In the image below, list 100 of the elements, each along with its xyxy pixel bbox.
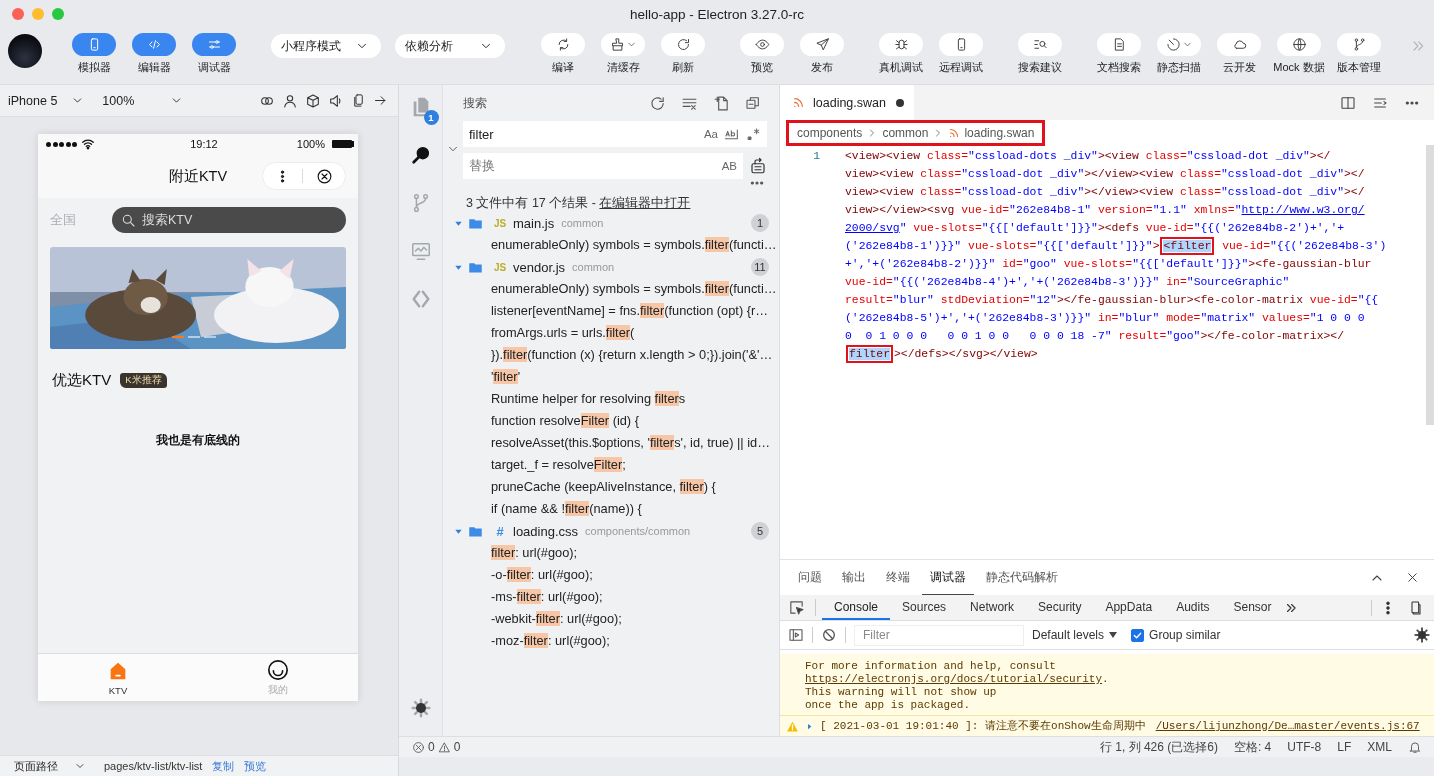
problems-status[interactable]: 0 0: [412, 740, 461, 754]
person-icon[interactable]: [282, 92, 298, 109]
expand-icon[interactable]: [805, 721, 814, 731]
view-toggle-button[interactable]: [132, 33, 176, 56]
page-path-select[interactable]: 页面路径: [14, 758, 86, 774]
device-select[interactable]: iPhone 5: [8, 93, 85, 108]
match-case-toggle[interactable]: Aa: [703, 128, 718, 140]
close-icon[interactable]: [1405, 570, 1420, 585]
encoding[interactable]: UTF-8: [1287, 740, 1322, 754]
sidebar-icon[interactable]: [788, 627, 804, 643]
collapse-all-icon[interactable]: [745, 94, 761, 111]
devtools-tab[interactable]: Console: [822, 595, 891, 620]
search-result-line[interactable]: listener[eventName] = fns.filter(function (opt) {r…: [443, 300, 779, 322]
search-result-line[interactable]: enumerableOnly) symbols = symbols.filter(functi…: [443, 278, 779, 300]
copy-icon[interactable]: [351, 92, 366, 108]
line-ending[interactable]: LF: [1337, 740, 1352, 754]
panel-tab[interactable]: 输出: [834, 560, 874, 595]
search-result-line[interactable]: -webkit-filter: url(#goo);: [443, 608, 779, 630]
panel-tab[interactable]: 终端: [878, 560, 918, 595]
search-result-line[interactable]: }).filter(function (x) {return x.length > 0;}).join('&'…: [443, 344, 779, 366]
panel-tab[interactable]: 问题: [790, 560, 830, 595]
view-toggle-button[interactable]: [192, 33, 236, 56]
whole-word-icon[interactable]: [724, 126, 740, 142]
search-result-line[interactable]: 'filter': [443, 366, 779, 388]
search-field[interactable]: 搜索KTV: [112, 207, 346, 233]
breadcrumb-item[interactable]: loading.swan: [964, 125, 1035, 140]
new-file-icon[interactable]: [713, 94, 730, 112]
devtools-tab[interactable]: Security: [1026, 595, 1094, 620]
devtools-tab[interactable]: Network: [958, 595, 1027, 620]
split-editor-icon[interactable]: [1340, 94, 1356, 111]
toolbar-button[interactable]: [1337, 33, 1381, 56]
inspect-icon[interactable]: [788, 599, 805, 616]
devtools-tab[interactable]: Sources: [890, 595, 959, 620]
capsule-menu[interactable]: [262, 162, 346, 190]
toolbar-button[interactable]: [879, 33, 923, 56]
panel-tab[interactable]: 调试器: [922, 560, 974, 595]
search-result-line[interactable]: target._f = resolveFilter;: [443, 454, 779, 476]
filter-field[interactable]: Filter: [854, 624, 1024, 646]
language-mode[interactable]: XML: [1367, 740, 1392, 754]
devtools-tab[interactable]: AppData: [1093, 595, 1165, 620]
toolbar-button[interactable]: [601, 33, 645, 56]
replace-all-icon[interactable]: [749, 157, 767, 175]
clear-console-icon[interactable]: [821, 627, 837, 643]
search-result-line[interactable]: if (name && !filter(name)) {: [443, 498, 779, 520]
result-file-row[interactable]: JS vendor.js common 11: [443, 256, 779, 278]
device-icon[interactable]: [1408, 599, 1424, 616]
toolbar-button[interactable]: [661, 33, 705, 56]
devtools-tab[interactable]: Audits: [1164, 595, 1222, 620]
checkbox[interactable]: [1131, 628, 1145, 642]
preserve-case-toggle[interactable]: AB: [721, 160, 737, 172]
toolbar-button[interactable]: [1097, 33, 1141, 56]
toolbar-button[interactable]: [1277, 33, 1321, 56]
toolbar-button[interactable]: [1018, 33, 1062, 56]
search-result-line[interactable]: enumerableOnly) symbols = symbols.filter(functi…: [443, 234, 779, 256]
search-result-line[interactable]: pruneCache (keepAliveInstance, filter) {: [443, 476, 779, 498]
search-result-line[interactable]: resolveAsset(this.$options, 'filters', id, true) || id…: [443, 432, 779, 454]
zoom-select[interactable]: 100%: [102, 93, 184, 108]
regex-icon[interactable]: [746, 126, 761, 142]
search-result-line[interactable]: -moz-filter: url(#goo);: [443, 630, 779, 652]
toolbar-button[interactable]: [740, 33, 784, 56]
console-link[interactable]: https://electronjs.org/docs/tutorial/security: [805, 673, 1103, 685]
mode-dropdown[interactable]: 依赖分析: [395, 34, 505, 58]
tab-bar-item[interactable]: KTV: [38, 654, 198, 701]
search-result-line[interactable]: fromArgs.urls = urls.filter(: [443, 322, 779, 344]
cursor-position[interactable]: 行 1, 列 426 (已选择6): [1099, 738, 1218, 756]
close-icon[interactable]: [315, 167, 333, 185]
devtools-tab[interactable]: Sensor: [1221, 595, 1284, 620]
replace-field[interactable]: 替换 AB: [463, 153, 743, 179]
editor-tab[interactable]: loading.swan: [780, 85, 914, 120]
result-file-row[interactable]: JS main.js common 1: [443, 212, 779, 234]
view-toggle-button[interactable]: [72, 33, 116, 56]
breadcrumb-item[interactable]: common: [882, 125, 929, 140]
toolbar-button[interactable]: [1157, 33, 1201, 56]
mode-dropdown[interactable]: 小程序模式: [271, 34, 381, 58]
toolbar-button[interactable]: [541, 33, 585, 56]
activity-bar-item[interactable]: 1: [409, 96, 439, 125]
refresh-icon[interactable]: [649, 94, 666, 112]
notifications-icon[interactable]: [1408, 740, 1422, 754]
search-result-line[interactable]: filter: url(#goo);: [443, 542, 779, 564]
cube-icon[interactable]: [305, 92, 321, 109]
close-window-button[interactable]: [12, 8, 24, 20]
toolbar-button[interactable]: [800, 33, 844, 56]
scrollbar[interactable]: [1426, 145, 1434, 425]
source-link[interactable]: /Users/lijunzhong/De…master/events.js:67: [1155, 720, 1420, 732]
search-field[interactable]: filter Aa: [463, 121, 767, 147]
result-file-row[interactable]: # loading.css components/common 5: [443, 520, 779, 542]
search-result-line[interactable]: Runtime helper for resolving filters: [443, 388, 779, 410]
code-link[interactable]: 2000/svg: [845, 222, 900, 234]
open-in-editor-link[interactable]: 在编辑器中打开: [599, 196, 691, 210]
search-result-line[interactable]: -o-filter: url(#goo);: [443, 564, 779, 586]
levels-dropdown[interactable]: Default levels: [1032, 628, 1118, 642]
code-link[interactable]: http://www.w3.org/: [1241, 204, 1365, 216]
page-path-action[interactable]: 预览: [244, 758, 267, 774]
panel-tab[interactable]: 静态代码解析: [978, 560, 1066, 595]
breadcrumb-item[interactable]: components: [797, 125, 863, 140]
avatar[interactable]: [8, 34, 42, 68]
search-result-line[interactable]: function resolveFilter (id) {: [443, 410, 779, 432]
page-path-action[interactable]: 复制: [212, 758, 235, 774]
indent-setting[interactable]: 空格: 4: [1233, 738, 1272, 756]
search-result-line[interactable]: -ms-filter: url(#goo);: [443, 586, 779, 608]
